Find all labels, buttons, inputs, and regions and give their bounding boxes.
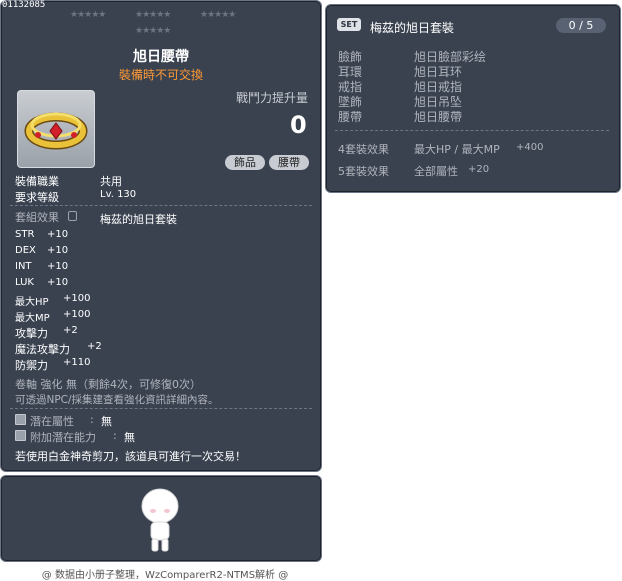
bonus-potential-value: 無 — [124, 431, 135, 444]
scroll-info: 卷軸 強化 無（剩餘4次，可修復0次） — [15, 378, 201, 391]
star-row-2: ★★★★★ — [135, 10, 171, 20]
stat-value: +10 — [47, 277, 69, 288]
divider — [10, 205, 312, 206]
bonus-potential-colon: : — [113, 429, 117, 442]
stat-name: 魔法攻擊力 — [15, 343, 70, 356]
stat-name: 最大HP — [15, 297, 49, 308]
divider — [335, 130, 609, 131]
job-value: 共用 — [100, 175, 122, 188]
bonus-potential-icon — [15, 430, 26, 441]
potential-icon — [15, 414, 26, 425]
combat-power-label: 戰鬥力提升量 — [236, 91, 309, 105]
lock-icon — [68, 211, 77, 221]
star-row-1: ★★★★★ — [70, 10, 106, 20]
item-icon-frame — [17, 90, 95, 168]
star-row-3: ★★★★★ — [200, 10, 236, 20]
divider — [10, 408, 312, 409]
stat-name: INT — [15, 261, 32, 272]
set-piece: 旭日腰帶 — [414, 110, 463, 124]
potential-label: 潛在屬性 — [30, 415, 74, 428]
set-effect-tier: 5套裝效果 — [338, 165, 389, 178]
level-value: Lv. 130 — [100, 189, 137, 200]
set-count: 0 / 5 — [556, 18, 606, 33]
scissors-note: 若使用白金神奇剪刀，該道具可進行一次交易！ — [15, 450, 246, 463]
stat-value: +10 — [47, 245, 69, 256]
stat-value: +10 — [47, 229, 69, 240]
stat-name: 防禦力 — [15, 359, 48, 372]
stat-value: +100 — [63, 309, 91, 320]
stat-value: +2 — [87, 341, 102, 352]
set-effect-stat: 全部屬性 — [414, 165, 458, 178]
item-name: 旭日腰帶 — [133, 49, 189, 65]
stat-value: +110 — [63, 357, 91, 368]
footer-credit: @ 数据由小册子整理，WzComparerR2-NTMS解析 @ — [41, 570, 289, 581]
set-effect-value: +400 — [516, 142, 544, 153]
set-effect-value: 梅茲的旭日套裝 — [100, 213, 177, 226]
tag-belt: 腰帶 — [269, 155, 309, 170]
stat-value: +100 — [63, 293, 91, 304]
potential-colon: : — [90, 413, 94, 426]
job-label: 裝備職業 — [15, 175, 59, 188]
character-avatar — [141, 488, 179, 552]
set-name: 梅茲的旭日套裝 — [370, 21, 455, 35]
set-badge: SET — [337, 18, 361, 31]
set-effect-tier: 4套裝效果 — [338, 143, 389, 156]
trade-note: 裝備時不可交換 — [118, 68, 203, 82]
npc-info: 可透過NPC/採集建查看強化資訊詳細內容。 — [15, 394, 219, 406]
stat-name: 最大MP — [15, 313, 50, 324]
stat-name: 攻擊力 — [15, 327, 48, 340]
set-effect-value: +20 — [468, 164, 490, 175]
star-row-4: ★★★★★ — [135, 26, 171, 36]
set-effect-label: 套組效果 — [15, 211, 59, 224]
stat-name: LUK — [15, 277, 34, 288]
tag-accessory: 飾品 — [225, 155, 265, 170]
stat-value: +10 — [47, 261, 69, 272]
belt-ring-icon — [24, 112, 88, 150]
bonus-potential-label: 附加潛在能力 — [30, 431, 96, 444]
level-label: 要求等級 — [15, 191, 59, 204]
potential-value: 無 — [101, 415, 112, 428]
set-effect-stat: 最大HP / 最大MP — [414, 143, 500, 156]
stat-value: +2 — [63, 325, 78, 336]
stat-name: STR — [15, 229, 35, 240]
set-slot: 腰帶 — [338, 110, 363, 124]
item-id: 01132085 — [2, 0, 46, 10]
combat-power-value: 0 — [290, 111, 307, 139]
stat-name: DEX — [15, 245, 36, 256]
